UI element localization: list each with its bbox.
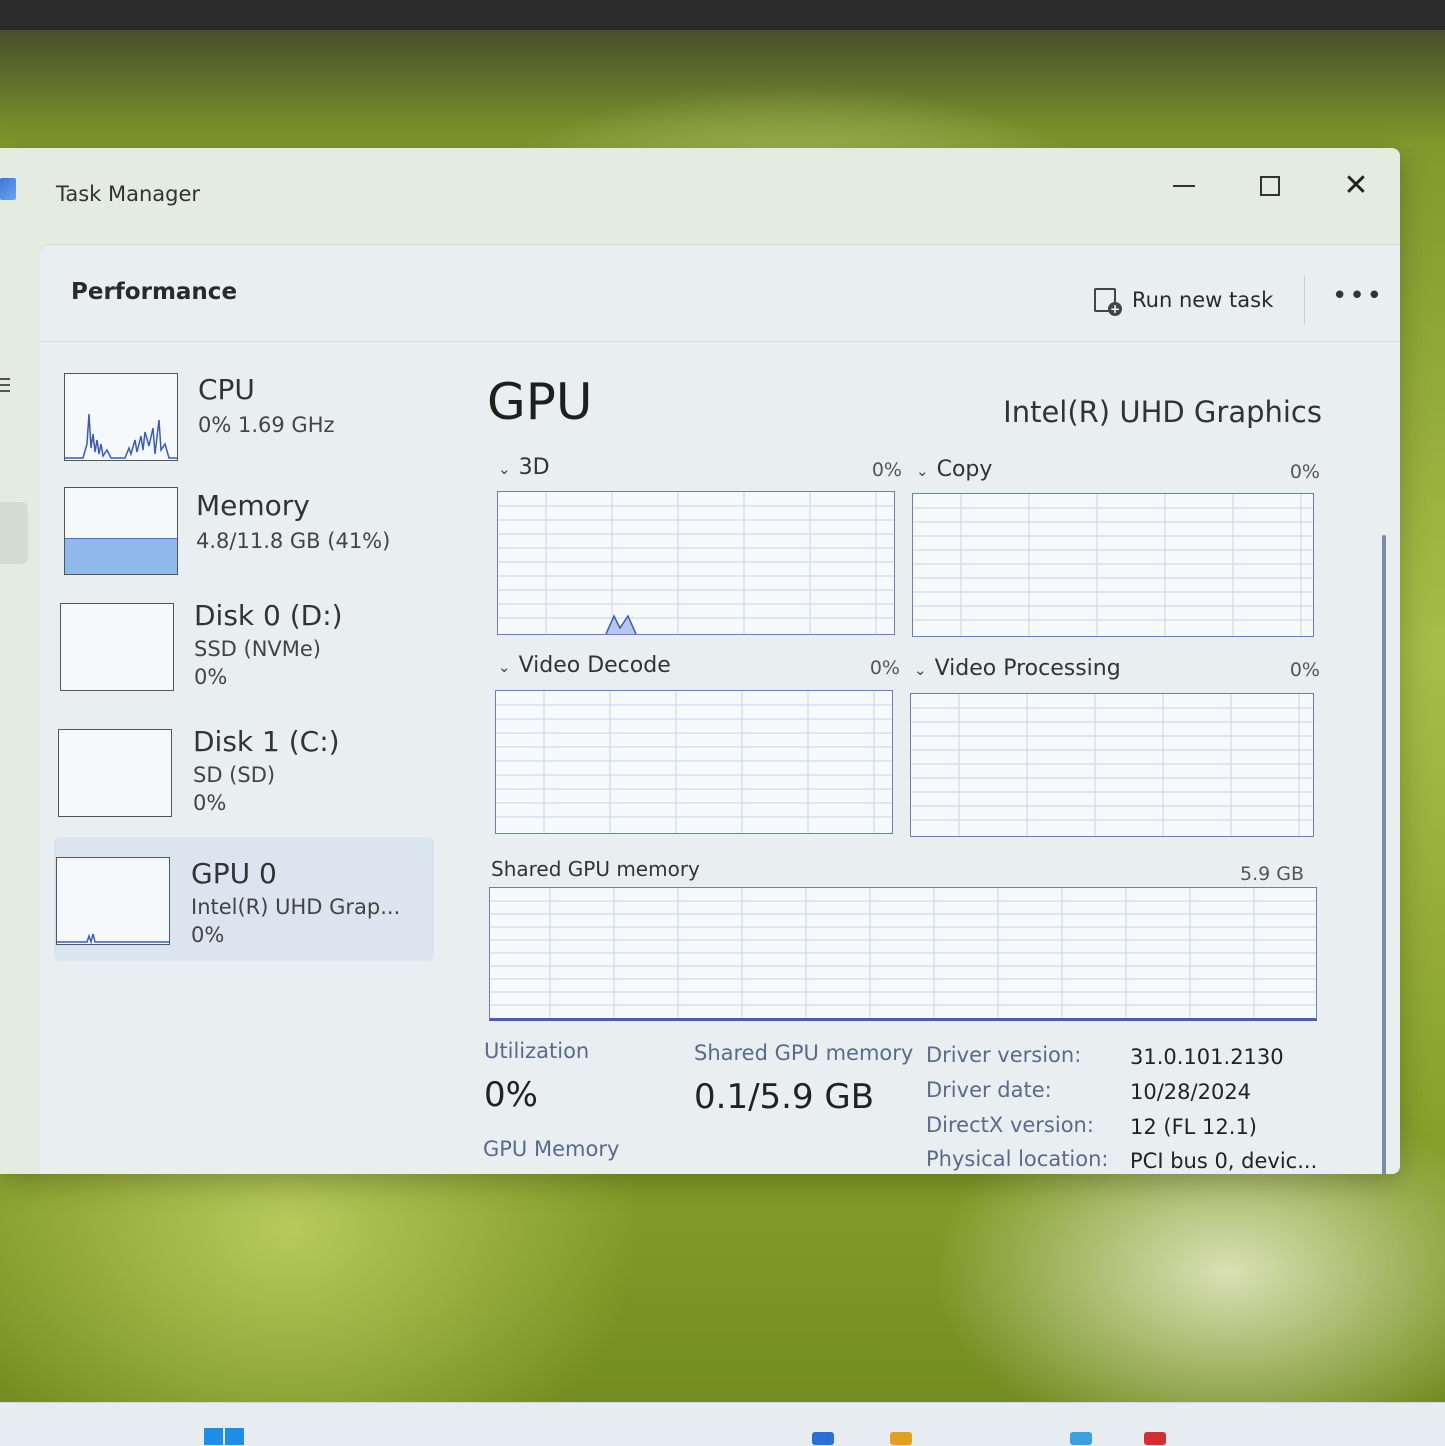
- disk0-thumbnail-graph: [60, 603, 174, 691]
- device-item-cpu[interactable]: CPU 0% 1.69 GHz: [54, 365, 434, 475]
- graph-video-decode: [495, 690, 893, 834]
- directx-version-label: DirectX version:: [926, 1113, 1094, 1137]
- device-detail: 0% 1.69 GHz: [198, 413, 335, 437]
- page-header: Performance + Run new task •••: [40, 245, 1400, 342]
- task-manager-window: Task Manager ✕ Performance + Run new tas…: [0, 148, 1400, 1174]
- nav-item-performance[interactable]: [0, 502, 28, 564]
- graph-copy: [912, 493, 1314, 637]
- engine-percent-copy: 0%: [1289, 461, 1320, 483]
- run-new-task-icon: +: [1094, 288, 1122, 316]
- utilization-value: 0%: [484, 1075, 538, 1115]
- device-name: Disk 0 (D:): [194, 599, 343, 632]
- driver-date-label: Driver date:: [926, 1078, 1052, 1102]
- chevron-down-icon: ⌄: [498, 658, 511, 676]
- memory-thumbnail-graph: [64, 487, 178, 575]
- device-detail: Intel(R) UHD Grap...: [191, 895, 401, 919]
- chevron-down-icon: ⌄: [916, 462, 929, 480]
- device-name: Memory: [196, 489, 310, 522]
- window-title: Task Manager: [56, 182, 201, 206]
- run-new-task-label: Run new task: [1132, 288, 1274, 312]
- navigation-rail: [0, 244, 40, 1174]
- device-item-disk-0[interactable]: Disk 0 (D:) SSD (NVMe) 0%: [54, 591, 434, 701]
- close-icon: ✕: [1343, 168, 1369, 203]
- minimize-icon: [1173, 185, 1195, 187]
- engine-percent-video-decode: 0%: [869, 657, 900, 679]
- device-name: Disk 1 (C:): [193, 725, 340, 758]
- engine-selector-copy[interactable]: ⌄ Copy: [916, 457, 992, 482]
- directx-version-value: 12 (FL 12.1): [1130, 1115, 1257, 1139]
- engine-percent-3d: 0%: [871, 459, 902, 481]
- device-usage: 0%: [193, 791, 227, 815]
- close-button[interactable]: ✕: [1332, 166, 1380, 206]
- chevron-down-icon: ⌄: [498, 460, 511, 478]
- maximize-button[interactable]: [1246, 166, 1294, 206]
- gpu0-thumbnail-graph: [56, 857, 170, 945]
- gpu-model-name: Intel(R) UHD Graphics: [1003, 395, 1322, 429]
- task-manager-app-icon: [0, 178, 16, 200]
- device-detail: SSD (NVMe): [194, 637, 322, 661]
- windows-start-icon[interactable]: [204, 1428, 244, 1445]
- utilization-label: Utilization: [484, 1039, 590, 1063]
- driver-version-value: 31.0.101.2130: [1130, 1045, 1284, 1069]
- header-divider: [1304, 275, 1305, 325]
- title-bar[interactable]: Task Manager ✕: [0, 148, 1400, 244]
- device-item-disk-1[interactable]: Disk 1 (C:) SD (SD) 0%: [54, 717, 434, 827]
- shared-memory-graph-label: Shared GPU memory: [491, 857, 700, 881]
- device-detail: SD (SD): [193, 763, 276, 787]
- shared-memory-value: 0.1/5.9 GB: [694, 1077, 875, 1117]
- physical-location-label: Physical location:: [926, 1147, 1109, 1171]
- run-new-task-button[interactable]: + Run new task: [1094, 285, 1274, 316]
- device-name: CPU: [198, 373, 255, 406]
- taskbar-app-icon[interactable]: [812, 1432, 834, 1445]
- device-usage: 0%: [194, 665, 228, 689]
- screen-bezel: [0, 0, 1445, 30]
- cpu-thumbnail-graph: [64, 373, 178, 461]
- gpu-heading: GPU: [487, 373, 593, 431]
- performance-page: Performance + Run new task ••• CPU 0% 1.…: [40, 244, 1400, 1174]
- memory-usage-fill: [65, 537, 177, 574]
- device-item-memory[interactable]: Memory 4.8/11.8 GB (41%): [54, 481, 434, 591]
- taskbar-app-icon[interactable]: [1070, 1432, 1092, 1445]
- device-detail: 4.8/11.8 GB (41%): [196, 529, 391, 553]
- disk1-thumbnail-graph: [58, 729, 172, 817]
- driver-date-value: 10/28/2024: [1130, 1080, 1252, 1104]
- chevron-down-icon: ⌄: [914, 661, 927, 679]
- shared-memory-graph-max: 5.9 GB: [1239, 863, 1304, 885]
- taskbar-folder-icon[interactable]: [890, 1432, 912, 1445]
- shared-memory-label: Shared GPU memory: [694, 1041, 914, 1065]
- minimize-button[interactable]: [1160, 166, 1208, 206]
- engine-percent-video-processing: 0%: [1289, 659, 1320, 681]
- engine-selector-3d[interactable]: ⌄ 3D: [498, 455, 550, 480]
- graph-shared-gpu-memory: [489, 887, 1317, 1021]
- driver-version-label: Driver version:: [926, 1043, 1082, 1067]
- vertical-scrollbar[interactable]: [1382, 535, 1386, 1174]
- device-item-gpu-0[interactable]: GPU 0 Intel(R) UHD Grap... 0%: [54, 837, 434, 961]
- device-usage: 0%: [191, 923, 225, 947]
- device-name: GPU 0: [191, 857, 277, 890]
- maximize-icon: [1260, 176, 1280, 196]
- engine-selector-video-processing[interactable]: ⌄ Video Processing: [914, 656, 1121, 681]
- more-options-button[interactable]: •••: [1332, 281, 1384, 311]
- hamburger-menu-icon[interactable]: [0, 374, 10, 396]
- graph-video-processing: [910, 693, 1314, 837]
- graph-3d: [497, 491, 895, 635]
- taskbar-app-icon[interactable]: [1144, 1432, 1166, 1445]
- engine-selector-video-decode[interactable]: ⌄ Video Decode: [498, 653, 671, 678]
- gpu-memory-label: GPU Memory: [483, 1137, 620, 1161]
- physical-location-value: PCI bus 0, devic...: [1130, 1149, 1318, 1173]
- page-title: Performance: [71, 279, 238, 305]
